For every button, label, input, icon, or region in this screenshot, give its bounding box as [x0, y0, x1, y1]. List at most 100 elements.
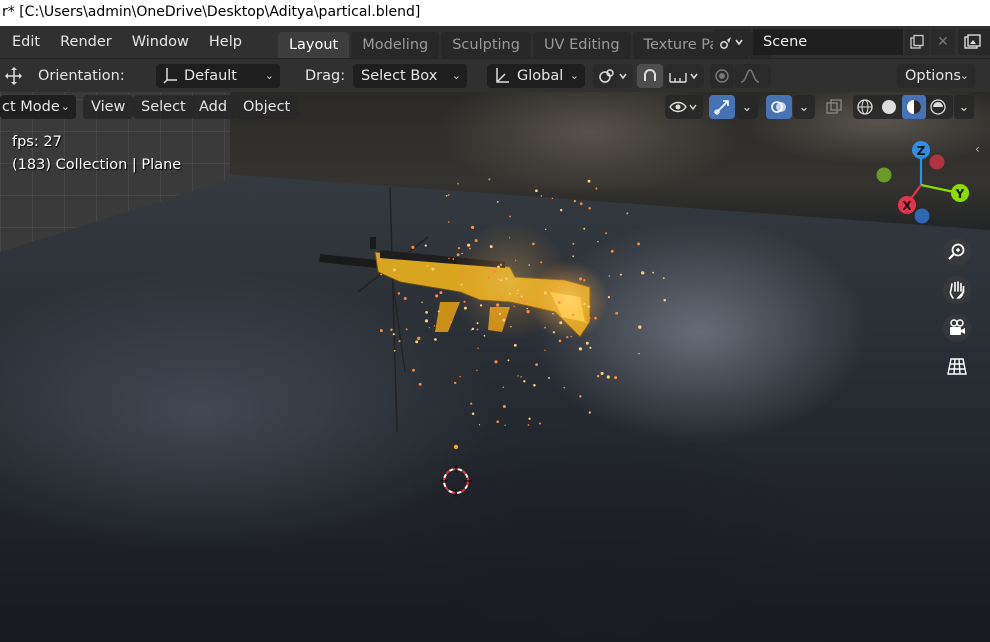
transform-orientation-dropdown[interactable]: Global ⌄ [487, 64, 585, 88]
spark-particle [560, 208, 563, 212]
tab-modeling[interactable]: Modeling [351, 32, 440, 58]
tab-layout[interactable]: Layout [277, 32, 350, 58]
spark-particle [523, 380, 526, 383]
spark-particle [508, 237, 511, 239]
spark-particle [405, 328, 408, 331]
spark-particle [589, 346, 592, 349]
ortho-grid-icon[interactable] [943, 352, 971, 380]
gizmo-toggle-icon[interactable] [709, 95, 735, 119]
scene-selector: Scene ✕ [713, 29, 955, 55]
spark-particle [508, 292, 511, 295]
spark-particle [392, 268, 396, 272]
menu-view[interactable]: View [83, 95, 134, 119]
spark-particle [417, 336, 421, 341]
view-layer-icon[interactable] [958, 29, 990, 55]
spark-particle [513, 343, 517, 347]
menu-help[interactable]: Help [199, 28, 252, 56]
scene-name-field[interactable]: Scene [753, 29, 903, 55]
falloff-curve-icon[interactable] [735, 64, 771, 88]
move-tool-icon[interactable] [0, 64, 22, 88]
spark-particle [449, 320, 453, 324]
axis-neg-z-ball[interactable] [914, 208, 930, 224]
spark-particle [463, 306, 467, 310]
orientation-dropdown[interactable]: Default ⌄ [156, 64, 280, 88]
workspace-tabs: Layout Modeling Sculpting UV Editing Tex… [277, 26, 773, 58]
overlays-toggle-icon[interactable] [766, 95, 792, 119]
3d-cursor-icon[interactable] [440, 440, 474, 500]
spark-particle [523, 300, 527, 304]
spark-particle [588, 316, 591, 320]
chevron-down-icon: ⌄ [959, 69, 969, 82]
spark-particle [545, 228, 547, 231]
spark-particle [447, 194, 450, 196]
xray-toggle-icon[interactable] [823, 95, 845, 119]
chevron-left-icon[interactable]: ‹ [975, 142, 980, 156]
spark-particle [652, 271, 654, 274]
spark-particle [502, 386, 505, 388]
material-preview-shading-icon[interactable] [902, 95, 926, 119]
chevron-down-icon: ⌄ [264, 69, 274, 82]
spark-particle [587, 179, 591, 183]
spark-particle [574, 300, 576, 302]
menu-select[interactable]: Select [133, 95, 194, 119]
spark-particle [477, 347, 479, 349]
scene-icon[interactable] [713, 29, 751, 55]
spark-particle [487, 276, 491, 280]
spark-particle [504, 424, 506, 426]
spark-particle [641, 271, 645, 275]
solid-shading-icon[interactable] [880, 98, 898, 120]
transform-orientation-value: Global [517, 68, 564, 84]
spark-particle [467, 243, 471, 247]
pivot-point-button[interactable] [593, 64, 633, 88]
pan-hand-icon[interactable] [943, 276, 971, 304]
wireframe-shading-icon[interactable] [856, 98, 874, 120]
snap-toggle-icon[interactable] [637, 64, 663, 88]
menu-render[interactable]: Render [50, 28, 122, 56]
drag-dropdown[interactable]: Select Box ⌄ [353, 64, 467, 88]
spark-particle [496, 201, 499, 203]
spark-particle [470, 329, 472, 331]
spark-particle [440, 283, 442, 285]
spark-particle [412, 368, 415, 372]
mode-dropdown[interactable]: ct Mode ⌄ [0, 95, 76, 119]
mode-value: ct Mode [2, 99, 60, 115]
menu-edit[interactable]: Edit [2, 28, 50, 56]
menu-add[interactable]: Add [191, 95, 236, 119]
proportional-edit-icon[interactable] [710, 64, 734, 88]
spark-particle [552, 313, 554, 315]
axis-neg-y-ball[interactable] [876, 167, 892, 183]
spark-particle [428, 326, 431, 329]
chevron-down-icon[interactable]: ⌄ [954, 95, 974, 119]
chevron-down-icon[interactable]: ⌄ [736, 95, 758, 119]
spark-particle [556, 312, 558, 314]
navigation-gizmo[interactable]: Z Y X [868, 137, 978, 232]
tab-sculpting[interactable]: Sculpting [441, 32, 531, 58]
spark-particle [380, 258, 382, 262]
spark-particle [535, 189, 538, 193]
new-scene-button[interactable] [905, 29, 929, 55]
axis-neg-x-ball[interactable] [929, 154, 945, 170]
delete-scene-button[interactable]: ✕ [931, 29, 955, 55]
3d-viewport[interactable]: ct Mode ⌄ View Select Add Object ⌄ ⌄ ⌄ f… [0, 92, 990, 642]
snap-target-button[interactable] [664, 64, 704, 88]
options-dropdown[interactable]: Options ⌄ [897, 64, 975, 88]
spark-particle [548, 376, 550, 379]
visibility-eye-icon[interactable] [665, 95, 703, 119]
spark-particle [421, 301, 423, 304]
spark-particle [454, 278, 456, 280]
spark-particle [522, 295, 525, 298]
chevron-down-icon[interactable]: ⌄ [793, 95, 815, 119]
rendered-shading-icon[interactable] [929, 98, 947, 120]
spark-particle [478, 424, 481, 426]
menu-object[interactable]: Object [235, 95, 299, 119]
menu-window[interactable]: Window [122, 28, 199, 56]
orientation-label: Orientation: [38, 68, 125, 84]
zoom-icon[interactable] [943, 238, 971, 266]
spark-particle [448, 257, 450, 260]
spark-particle [471, 412, 475, 416]
camera-view-icon[interactable] [943, 314, 971, 342]
spark-particle [662, 277, 665, 279]
spark-particle [543, 291, 547, 295]
spark-particle [439, 291, 443, 295]
tab-uv-editing[interactable]: UV Editing [532, 32, 631, 58]
